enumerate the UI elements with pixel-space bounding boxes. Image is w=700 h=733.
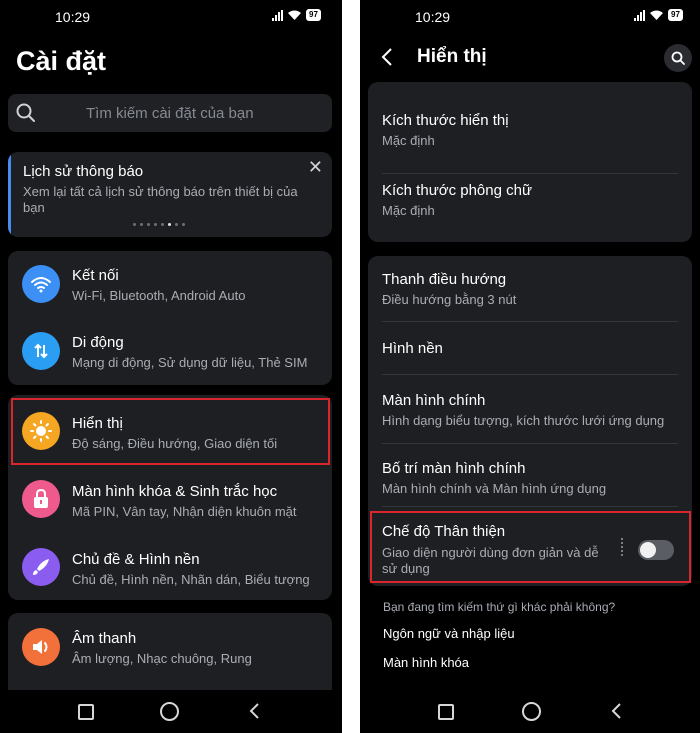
item-subtitle: Mặc định — [382, 203, 435, 218]
search-icon — [671, 51, 685, 65]
card-accent — [8, 152, 11, 237]
setting-wallpaper[interactable]: Hình nền — [368, 322, 692, 374]
settings-item-themes[interactable]: Chủ đề & Hình nền Chủ đề, Hình nền, Nhãn… — [8, 531, 332, 599]
wifi-status-icon — [650, 10, 663, 20]
item-title: Bố trí màn hình chính — [382, 460, 526, 477]
setting-font-size[interactable]: Kích thước phông chữ Mặc định — [368, 174, 692, 242]
item-title: Âm thanh — [72, 630, 137, 647]
display-settings-screen: 10:29 97 Hiển thị Kích thước hiển thị Mặ… — [360, 0, 700, 733]
item-title: Thanh điều hướng — [382, 271, 507, 288]
back-arrow-icon[interactable] — [380, 47, 394, 67]
system-nav-bar — [360, 690, 700, 733]
divider — [382, 506, 678, 507]
wifi-icon — [22, 265, 60, 303]
home-button[interactable] — [160, 702, 179, 721]
suggestion-link[interactable]: Ngôn ngữ và nhập liệu — [383, 626, 515, 641]
brush-icon — [22, 548, 60, 586]
speaker-icon — [22, 628, 60, 666]
battery-icon: 97 — [668, 9, 683, 21]
item-title: Chủ đề & Hình nền — [72, 551, 200, 568]
settings-item-connections[interactable]: Kết nối Wi-Fi, Bluetooth, Android Auto — [8, 251, 332, 318]
data-transfer-icon — [22, 332, 60, 370]
item-title: Màn hình khóa & Sinh trắc học — [72, 483, 278, 500]
highlight-box — [370, 511, 691, 583]
item-title: Hình nền — [382, 340, 443, 357]
card-title: Lịch sử thông báo — [23, 163, 144, 180]
cell-signal-icon — [634, 9, 645, 21]
setting-home-screen[interactable]: Màn hình chính Hình dạng biểu tượng, kíc… — [368, 375, 692, 443]
settings-group-connections: Kết nối Wi-Fi, Bluetooth, Android Auto D… — [8, 251, 332, 385]
search-placeholder: Tìm kiếm cài đặt của bạn — [86, 105, 254, 122]
back-button[interactable] — [248, 702, 260, 720]
search-button[interactable] — [664, 44, 692, 72]
page-title: Cài đặt — [16, 46, 107, 76]
status-bar: 10:29 97 — [360, 0, 700, 36]
status-time: 10:29 — [415, 9, 451, 25]
back-button[interactable] — [610, 702, 622, 720]
settings-screen: 10:29 97 Cài đặt Tìm kiếm cài đặt của bạ… — [0, 0, 342, 733]
card-description: Xem lại tất cả lịch sử thông báo trên th… — [23, 184, 298, 215]
setting-home-layout[interactable]: Bố trí màn hình chính Màn hình chính và … — [368, 444, 692, 506]
item-title: Màn hình chính — [382, 392, 486, 409]
status-bar: 10:29 97 — [0, 0, 342, 36]
settings-item-sound[interactable]: Âm thanh Âm lượng, Nhạc chuông, Rung — [8, 613, 332, 683]
settings-item-mobile[interactable]: Di động Mạng di động, Sử dụng dữ liệu, T… — [8, 318, 332, 385]
item-title: Kích thước phông chữ — [382, 182, 532, 199]
item-subtitle: Chủ đề, Hình nền, Nhãn dán, Biểu tượng — [72, 572, 310, 587]
item-subtitle: Hình dạng biểu tượng, kích thước lưới ứn… — [382, 413, 665, 428]
cell-signal-icon — [272, 9, 283, 21]
home-button[interactable] — [522, 702, 541, 721]
status-icons: 97 — [272, 9, 321, 21]
recents-button[interactable] — [78, 704, 94, 720]
pager-dots — [133, 223, 185, 226]
lock-icon — [22, 480, 60, 518]
item-title: Di động — [72, 334, 124, 351]
display-group-size: Kích thước hiển thị Mặc định Kích thước … — [368, 82, 692, 242]
item-subtitle: Mặc định — [382, 133, 435, 148]
setting-display-size[interactable]: Kích thước hiển thị Mặc định — [368, 90, 692, 174]
system-nav-bar — [0, 690, 342, 733]
search-icon — [16, 103, 35, 122]
item-subtitle: Wi-Fi, Bluetooth, Android Auto — [72, 288, 246, 303]
settings-item-lockscreen[interactable]: Màn hình khóa & Sinh trắc học Mã PIN, Vâ… — [8, 463, 332, 531]
item-title: Kích thước hiển thị — [382, 112, 509, 129]
highlight-box — [11, 398, 330, 465]
close-icon[interactable]: ✕ — [308, 157, 323, 178]
page-title: Hiển thị — [417, 46, 487, 67]
setting-navigation-bar[interactable]: Thanh điều hướng Điều hướng bằng 3 nút — [368, 256, 692, 321]
suggestion-link[interactable]: Màn hình khóa — [383, 655, 469, 670]
item-subtitle: Màn hình chính và Màn hình ứng dụng — [382, 481, 607, 496]
suggestion-hint: Bạn đang tìm kiếm thứ gì khác phải không… — [383, 600, 616, 614]
status-icons: 97 — [634, 9, 683, 21]
item-subtitle: Mạng di động, Sử dụng dữ liệu, Thẻ SIM — [72, 355, 308, 370]
item-subtitle: Điều hướng bằng 3 nút — [382, 292, 517, 307]
recents-button[interactable] — [438, 704, 454, 720]
item-title: Kết nối — [72, 267, 119, 284]
wifi-status-icon — [288, 10, 301, 20]
battery-icon: 97 — [306, 9, 321, 21]
item-subtitle: Mã PIN, Vân tay, Nhận diện khuôn mặt — [72, 504, 297, 519]
item-subtitle: Âm lượng, Nhạc chuông, Rung — [72, 651, 252, 666]
status-time: 10:29 — [55, 9, 91, 25]
search-bar[interactable]: Tìm kiếm cài đặt của bạn — [8, 94, 332, 132]
